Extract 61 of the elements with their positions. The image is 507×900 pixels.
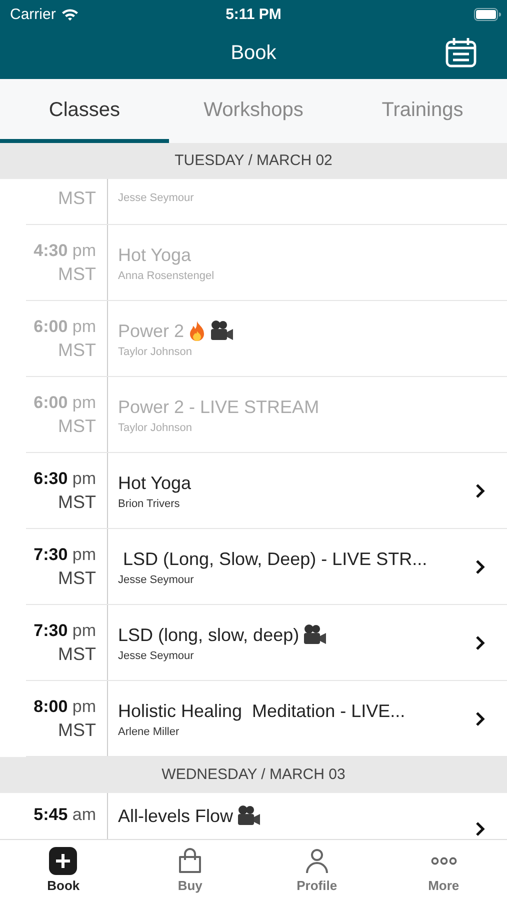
class-title: Holistic Healing Meditation - LIVE... bbox=[118, 700, 406, 722]
tab-bar-item[interactable]: Profile bbox=[254, 840, 380, 900]
class-title: Hot Yoga bbox=[118, 472, 192, 494]
class-row[interactable]: 7:30 pm MST LSD (Long, Slow, Deep) - LIVE STR... Jesse Seymour bbox=[0, 529, 507, 605]
time-zone: MST bbox=[58, 188, 96, 209]
class-time: 5:45 am bbox=[34, 805, 96, 825]
class-row[interactable]: 6:30 pm MST Hot Yoga Brion Trivers bbox=[0, 453, 507, 529]
tab-bar-item[interactable]: Buy bbox=[126, 840, 254, 900]
battery-icon bbox=[474, 8, 501, 20]
wifi-icon bbox=[60, 8, 79, 20]
instructor-name: Arlene Miller bbox=[118, 726, 180, 738]
instructor-name: Anna Rosenstengel bbox=[118, 270, 216, 282]
tab[interactable]: Workshops bbox=[169, 79, 338, 143]
instructor-name: Taylor Johnson bbox=[118, 422, 193, 434]
instructor-name: Jesse Seymour bbox=[118, 192, 195, 204]
class-row[interactable]: 7:30 pm MST LSD (long, slow, deep) Jesse Seymour bbox=[0, 605, 507, 681]
page-title: Book bbox=[230, 42, 276, 65]
class-time: 8:00 pm bbox=[34, 697, 96, 717]
time-zone: MST bbox=[58, 340, 96, 361]
chevron-right-icon bbox=[475, 711, 485, 727]
date-header: WEDNESDAY / MARCH 03 bbox=[0, 757, 507, 793]
class-row[interactable]: 8:00 pm MST Holistic Healing Meditation - LIVE... Arlene Miller bbox=[0, 681, 507, 757]
class-row[interactable]: 4:30 pm MST Hot Yoga Anna Rosenstengel bbox=[0, 225, 507, 301]
tab[interactable]: Trainings bbox=[338, 79, 507, 143]
time-zone: MST bbox=[58, 264, 96, 285]
tab-bar-item[interactable]: Book bbox=[0, 840, 127, 900]
date-header: TUESDAY / MARCH 02 bbox=[0, 143, 507, 179]
class-title: Power 2 bbox=[118, 320, 184, 342]
calendar-icon[interactable] bbox=[445, 37, 477, 68]
time-zone: MST bbox=[58, 568, 96, 589]
plus-icon bbox=[49, 847, 78, 875]
chevron-right-icon bbox=[475, 821, 485, 837]
class-row[interactable]: 6:00 pm MST Power 2 Taylor Johnson bbox=[0, 301, 507, 377]
tab-bar-item[interactable]: More bbox=[380, 840, 507, 900]
time-zone: MST bbox=[58, 644, 96, 665]
class-title: Hot Yoga bbox=[118, 244, 192, 266]
class-row[interactable]: 6:00 pm MST Power 2 - LIVE STREAM Taylor Johnson bbox=[0, 377, 507, 453]
instructor-name: Jesse Seymour bbox=[118, 574, 195, 586]
chevron-right-icon bbox=[475, 559, 485, 575]
time-zone: MST bbox=[58, 492, 96, 513]
chevron-right-icon bbox=[475, 635, 485, 651]
instructor-name: Brion Trivers bbox=[118, 498, 181, 510]
class-title: LSD (long, slow, deep) bbox=[118, 624, 300, 646]
class-title: Power 2 - LIVE STREAM bbox=[118, 396, 320, 418]
carrier-label: Carrier bbox=[10, 6, 56, 22]
class-row[interactable]: MST Jesse Seymour bbox=[0, 179, 507, 225]
class-time: 6:30 pm bbox=[34, 469, 96, 489]
chevron-right-icon bbox=[475, 483, 485, 499]
class-time: 6:00 pm bbox=[34, 393, 96, 413]
class-title: LSD (Long, Slow, Deep) - LIVE STR... bbox=[122, 548, 428, 570]
instructor-name: Jesse Seymour bbox=[118, 650, 195, 662]
time-zone: MST bbox=[58, 416, 96, 437]
time-zone: MST bbox=[58, 720, 96, 741]
class-time: 7:30 pm bbox=[34, 621, 96, 641]
status-time: 5:11 PM bbox=[226, 6, 282, 22]
more-icon bbox=[430, 857, 457, 865]
instructor-name: Taylor Johnson bbox=[118, 346, 193, 358]
class-title: All-levels Flow bbox=[118, 806, 234, 826]
class-time: 4:30 pm bbox=[34, 241, 96, 261]
class-time: 7:30 pm bbox=[34, 545, 96, 565]
class-time: 6:00 pm bbox=[34, 317, 96, 337]
